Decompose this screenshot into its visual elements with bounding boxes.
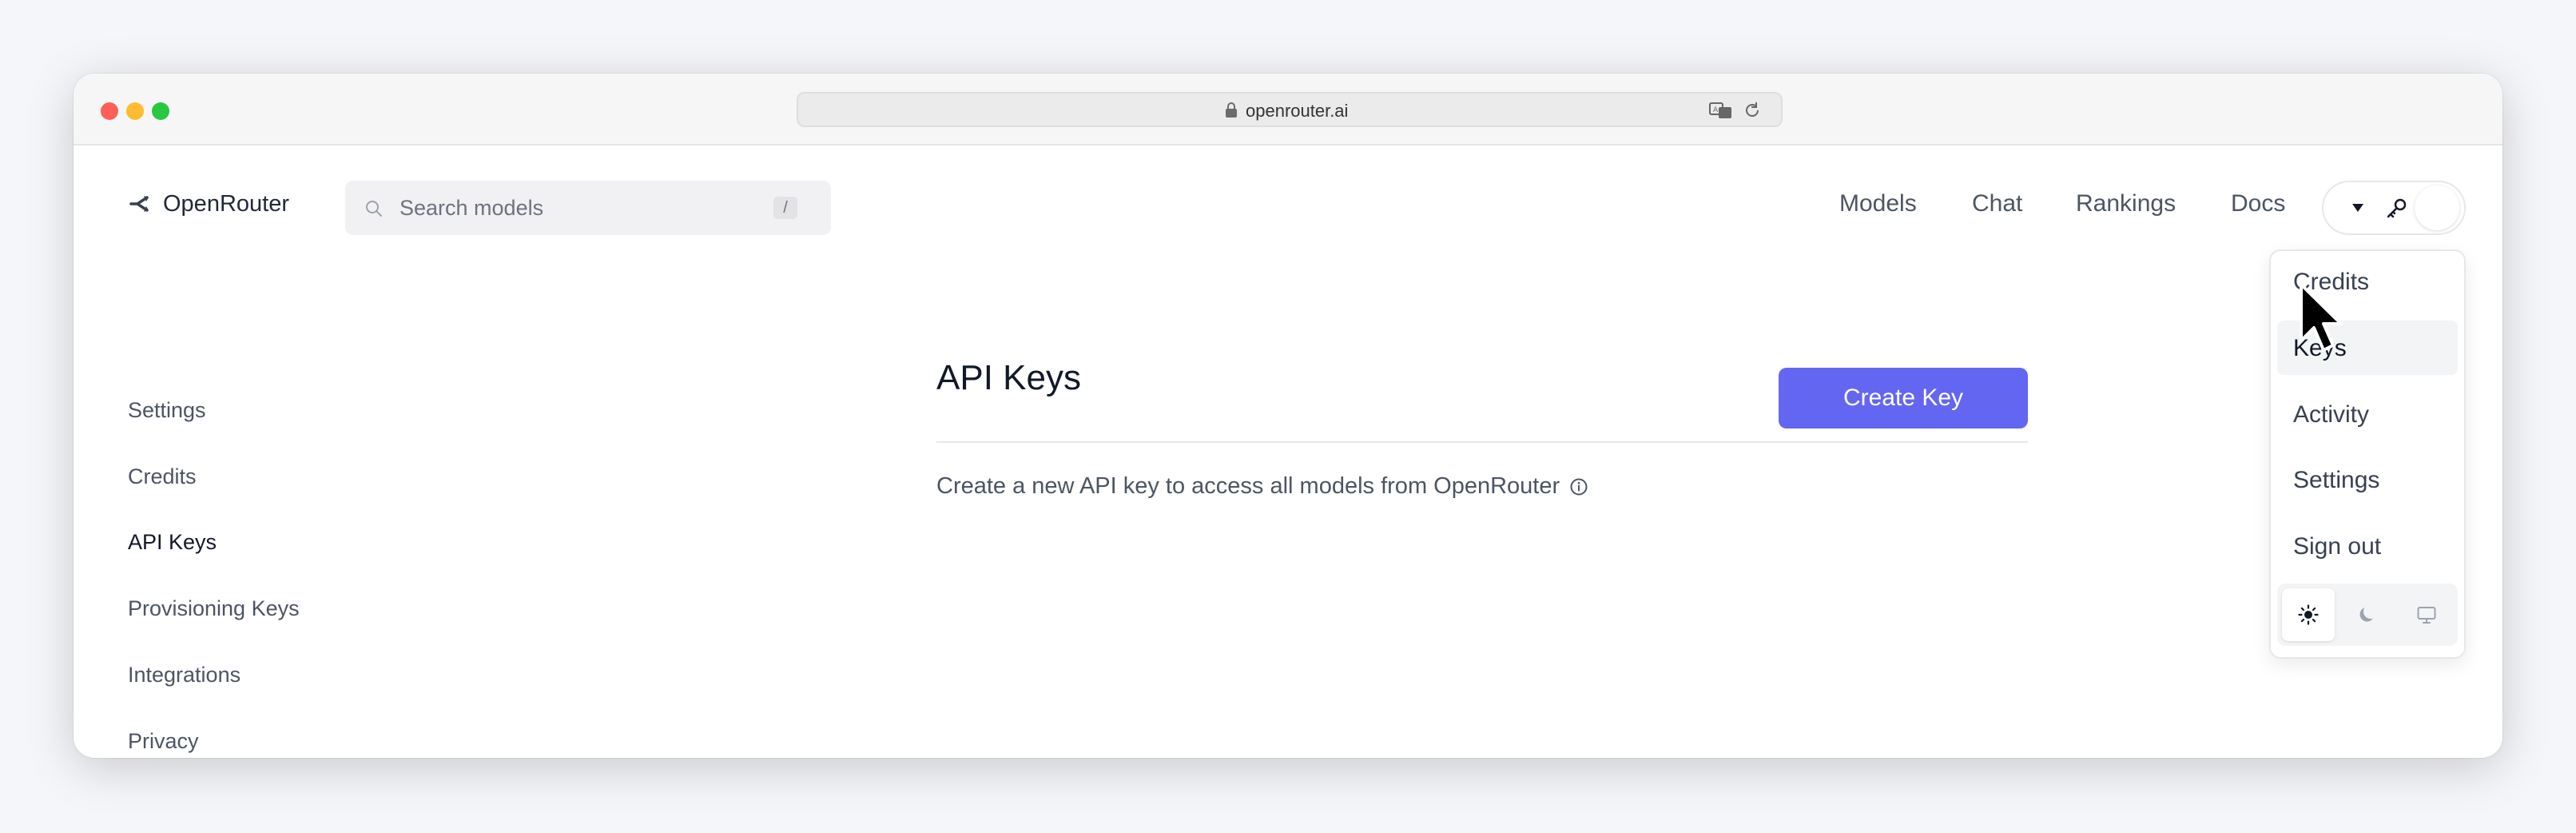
search-placeholder: Search models xyxy=(400,196,544,220)
maximize-window-button[interactable] xyxy=(152,102,169,120)
menu-item-settings[interactable]: Settings xyxy=(2277,452,2458,507)
search-input[interactable]: Search models / xyxy=(345,181,831,235)
description-text: Create a new API key to access all model… xyxy=(936,473,1560,499)
nav-chat[interactable]: Chat xyxy=(1972,190,2022,217)
theme-dark-button[interactable] xyxy=(2341,588,2394,641)
monitor-icon xyxy=(2417,607,2436,624)
page-description: Create a new API key to access all model… xyxy=(936,473,1588,500)
menu-item-label: Settings xyxy=(2293,467,2380,493)
sidebar-item-credits[interactable]: Credits xyxy=(128,464,197,489)
sidebar-item-privacy[interactable]: Privacy xyxy=(128,729,199,754)
avatar[interactable] xyxy=(2415,185,2459,230)
minimize-window-button[interactable] xyxy=(126,102,144,120)
theme-switcher xyxy=(2277,584,2458,646)
search-shortcut-key: / xyxy=(773,197,797,219)
menu-item-label: Credits xyxy=(2293,269,2370,295)
translate-icon[interactable]: A xyxy=(1709,101,1733,120)
page-content: OpenRouter Search models / Models Chat R… xyxy=(74,145,2502,758)
search-icon xyxy=(366,201,382,217)
menu-item-activity[interactable]: Activity xyxy=(2277,387,2458,441)
openrouter-logo-icon xyxy=(129,196,149,212)
theme-system-button[interactable] xyxy=(2400,588,2453,641)
section-divider xyxy=(936,441,2028,443)
reload-icon[interactable] xyxy=(1743,101,1762,120)
moon-icon xyxy=(2359,608,2373,622)
logo[interactable]: OpenRouter xyxy=(128,185,289,222)
menu-item-label: Keys xyxy=(2293,335,2347,361)
create-key-button[interactable]: Create Key xyxy=(1779,368,2028,428)
user-menu-button[interactable] xyxy=(2322,181,2466,235)
menu-item-sign-out[interactable]: Sign out xyxy=(2277,519,2458,573)
nav-rankings[interactable]: Rankings xyxy=(2076,190,2176,217)
menu-item-label: Sign out xyxy=(2293,533,2382,560)
browser-window: openrouter.ai A OpenRouter Search models… xyxy=(74,74,2502,758)
theme-light-button[interactable] xyxy=(2282,588,2335,641)
page-title: API Keys xyxy=(936,358,1081,397)
menu-item-credits[interactable]: Credits xyxy=(2277,254,2458,309)
svg-text:A: A xyxy=(1713,106,1719,114)
menu-item-label: Activity xyxy=(2293,401,2370,428)
nav-models[interactable]: Models xyxy=(1839,190,1917,217)
sun-icon xyxy=(2298,604,2319,625)
sidebar-item-settings[interactable]: Settings xyxy=(128,398,206,423)
sidebar-item-provisioning-keys[interactable]: Provisioning Keys xyxy=(128,596,300,621)
info-icon[interactable] xyxy=(1569,477,1588,496)
logo-text: OpenRouter xyxy=(163,190,289,217)
address-bar[interactable]: openrouter.ai A xyxy=(797,92,1783,127)
sidebar-item-integrations[interactable]: Integrations xyxy=(128,663,241,688)
url-text: openrouter.ai xyxy=(1246,101,1349,121)
nav-docs[interactable]: Docs xyxy=(2231,190,2285,217)
sidebar-item-api-keys[interactable]: API Keys xyxy=(128,530,217,555)
key-icon xyxy=(2387,198,2407,218)
user-dropdown-menu: Credits Keys Activity Settings Sign out xyxy=(2269,249,2466,659)
close-window-button[interactable] xyxy=(101,102,118,120)
lock-icon xyxy=(1226,102,1237,118)
menu-item-keys[interactable]: Keys xyxy=(2277,321,2458,375)
caret-down-icon xyxy=(2352,204,2363,212)
browser-titlebar: openrouter.ai A xyxy=(74,74,2502,145)
